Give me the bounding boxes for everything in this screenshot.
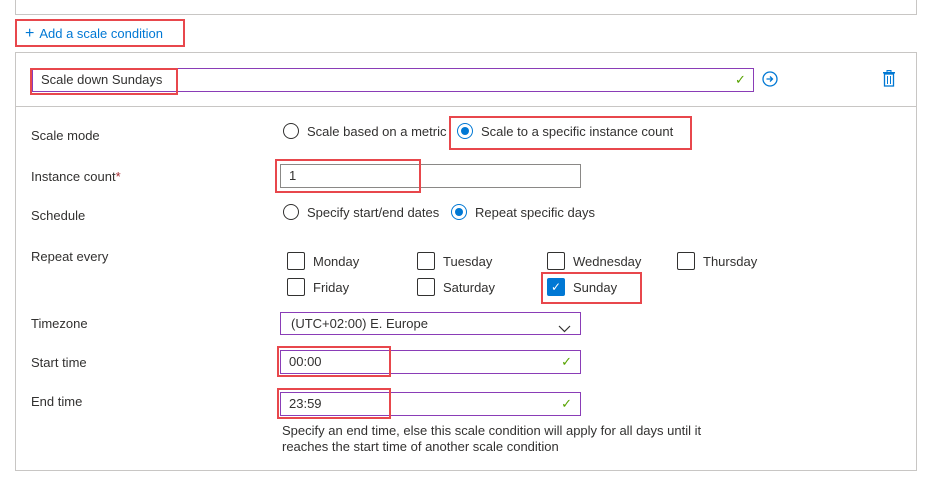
card-header-divider (16, 106, 916, 107)
checkbox-empty-icon (287, 278, 305, 296)
checkbox-saturday-label: Saturday (443, 279, 496, 295)
condition-name-input[interactable]: Scale down Sundays (32, 68, 754, 92)
radio-selected-icon (451, 204, 467, 220)
checkbox-sunday-label: Sunday (573, 279, 618, 295)
arrow-right-circle-icon[interactable] (762, 71, 778, 90)
radio-unselected-icon (283, 123, 299, 139)
checkmark-icon: ✓ (547, 278, 565, 296)
checkmark-icon: ✓ (561, 396, 572, 411)
radio-scale-instance-count[interactable]: Scale to a specific instance count (457, 123, 673, 139)
checkbox-empty-icon (417, 278, 435, 296)
start-time-value: 00:00 (289, 354, 322, 369)
chevron-down-icon (558, 318, 571, 339)
radio-selected-icon (457, 123, 473, 139)
radio-repeat-days-label: Repeat specific days (475, 204, 595, 220)
schedule-label: Schedule (31, 208, 86, 223)
checkbox-monday-label: Monday (313, 253, 360, 269)
timezone-value: (UTC+02:00) E. Europe (291, 316, 428, 331)
radio-scale-metric[interactable]: Scale based on a metric (283, 123, 446, 139)
checkbox-tuesday[interactable]: Tuesday (417, 252, 492, 270)
radio-scale-metric-label: Scale based on a metric (307, 123, 447, 139)
checkbox-friday-label: Friday (313, 279, 350, 295)
checkbox-friday[interactable]: Friday (287, 278, 349, 296)
repeat-every-label: Repeat every (31, 249, 109, 264)
checkbox-sunday[interactable]: ✓ Sunday (547, 278, 617, 296)
checkbox-monday[interactable]: Monday (287, 252, 359, 270)
checkbox-empty-icon (287, 252, 305, 270)
radio-repeat-days[interactable]: Repeat specific days (451, 204, 595, 220)
start-time-label: Start time (31, 355, 87, 370)
end-time-hint: Specify an end time, else this scale con… (282, 423, 702, 454)
radio-specify-dates-label: Specify start/end dates (307, 204, 440, 220)
checkbox-saturday[interactable]: Saturday (417, 278, 495, 296)
instance-count-value: 1 (289, 168, 297, 183)
instance-count-input[interactable]: 1 (280, 164, 581, 188)
checkbox-tuesday-label: Tuesday (443, 253, 493, 269)
checkmark-icon: ✓ (735, 72, 746, 87)
add-scale-condition-label: Add a scale condition (39, 26, 163, 41)
checkmark-icon: ✓ (561, 354, 572, 369)
plus-icon: + (25, 25, 35, 42)
timezone-label: Timezone (31, 316, 88, 331)
checkbox-wednesday[interactable]: Wednesday (547, 252, 641, 270)
radio-scale-instance-count-label: Scale to a specific instance count (481, 123, 674, 139)
scale-mode-label: Scale mode (31, 128, 100, 143)
radio-specify-dates[interactable]: Specify start/end dates (283, 204, 439, 220)
end-time-value: 23:59 (289, 396, 322, 411)
trash-icon[interactable] (882, 70, 896, 90)
checkbox-wednesday-label: Wednesday (573, 253, 642, 269)
instance-count-label: Instance count* (31, 169, 121, 184)
start-time-input[interactable]: 00:00 ✓ (280, 350, 581, 374)
checkbox-empty-icon (677, 252, 695, 270)
timezone-select[interactable]: (UTC+02:00) E. Europe (280, 312, 581, 335)
checkbox-thursday[interactable]: Thursday (677, 252, 757, 270)
checkbox-empty-icon (417, 252, 435, 270)
checkbox-thursday-label: Thursday (703, 253, 758, 269)
end-time-label: End time (31, 394, 83, 409)
previous-condition-panel (15, 0, 917, 15)
checkbox-empty-icon (547, 252, 565, 270)
radio-unselected-icon (283, 204, 299, 220)
condition-name-value: Scale down Sundays (41, 72, 163, 87)
end-time-input[interactable]: 23:59 ✓ (280, 392, 581, 416)
add-scale-condition-link[interactable]: + Add a scale condition (25, 25, 163, 42)
